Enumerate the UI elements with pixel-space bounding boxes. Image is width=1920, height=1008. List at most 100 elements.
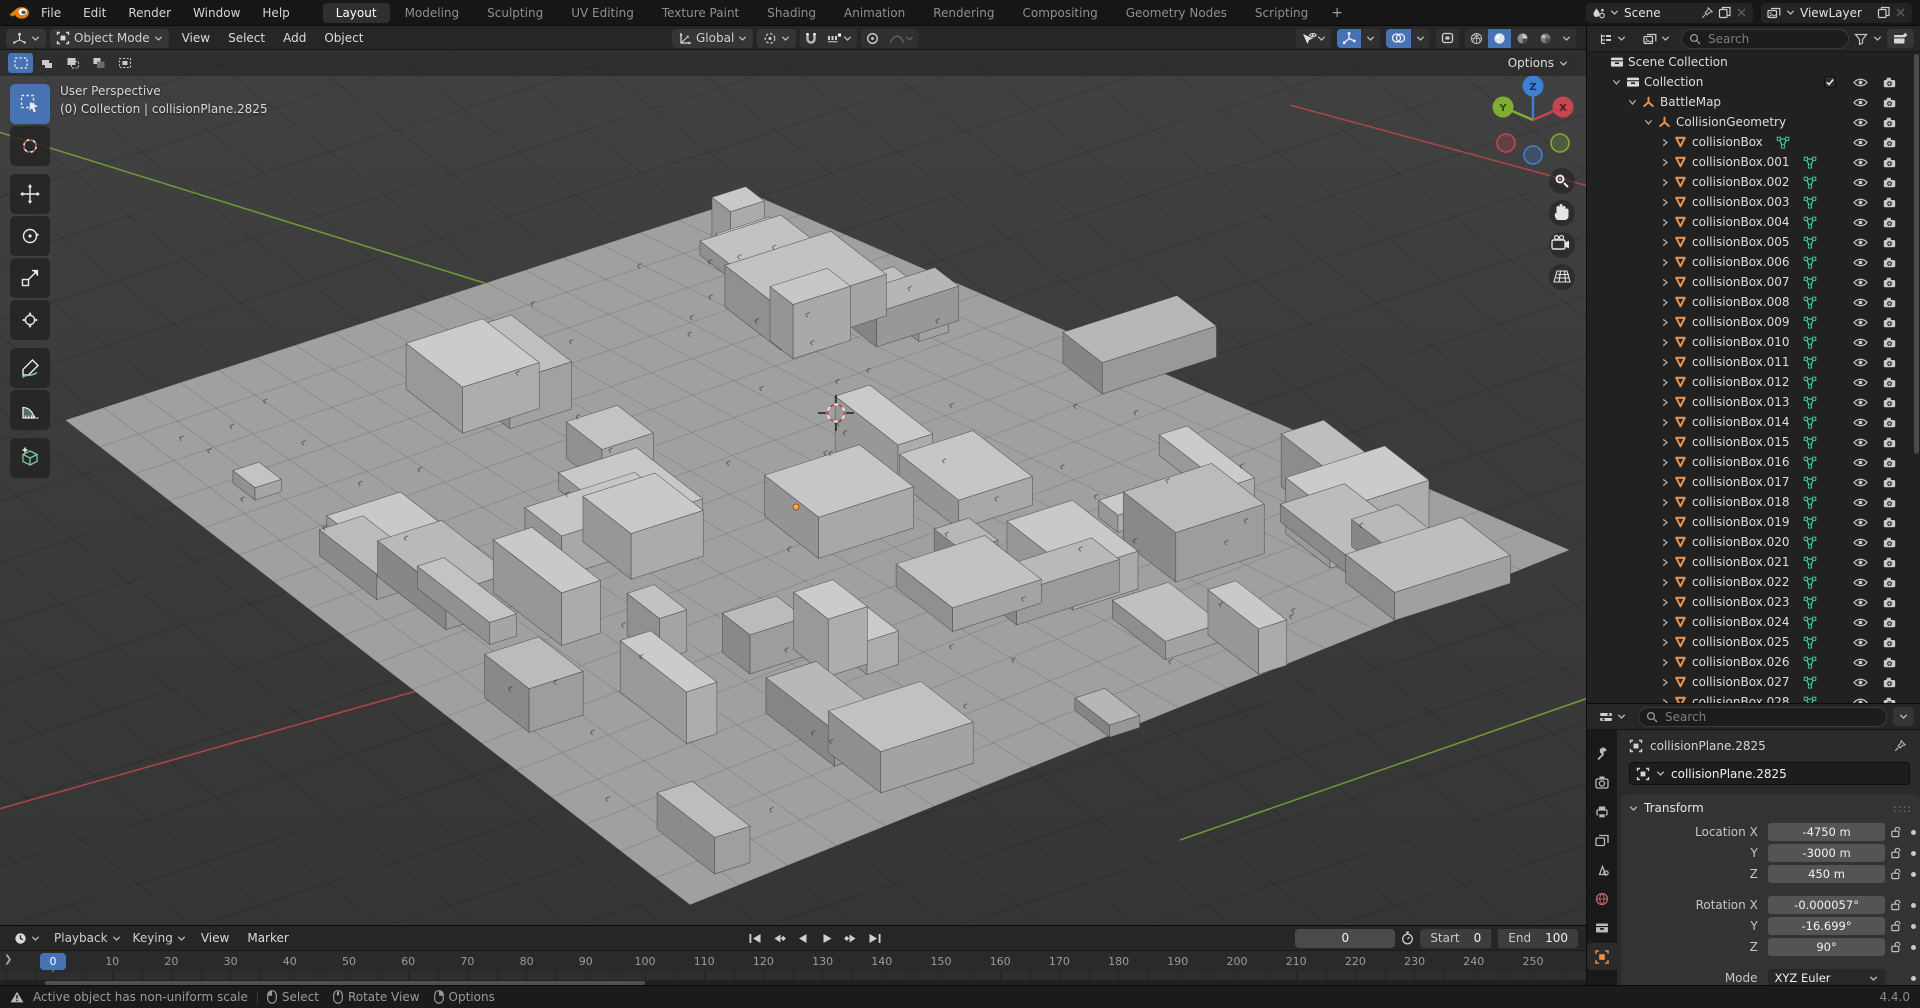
zoom-icon[interactable] — [1549, 168, 1575, 194]
properties-tab-world[interactable] — [1587, 885, 1617, 912]
workspace-tab-geometry-nodes[interactable]: Geometry Nodes — [1113, 3, 1240, 23]
outliner-row-collisionbox-020[interactable]: collisionBox.020 — [1587, 532, 1920, 552]
outliner-row-collisionbox-021[interactable]: collisionBox.021 — [1587, 552, 1920, 572]
disclosure-right-icon[interactable] — [1657, 658, 1672, 667]
outliner-item-label[interactable]: collisionBox.028 — [1692, 695, 1790, 703]
outliner-item-label[interactable]: collisionBox.027 — [1692, 675, 1790, 689]
lock-icon[interactable] — [1885, 941, 1906, 953]
workspace-tab-scripting[interactable]: Scripting — [1242, 3, 1321, 23]
disclosure-right-icon[interactable] — [1657, 518, 1672, 527]
disable-in-renders-camera-icon[interactable] — [1883, 597, 1896, 608]
viewport-menu-view[interactable]: View — [173, 31, 219, 45]
disable-in-renders-camera-icon[interactable] — [1883, 177, 1896, 188]
object-name-field[interactable]: collisionPlane.2825 — [1629, 762, 1910, 785]
outliner-row-collisionbox-010[interactable]: collisionBox.010 — [1587, 332, 1920, 352]
disclosure-right-icon[interactable] — [1657, 278, 1672, 287]
properties-tab-render[interactable] — [1587, 769, 1617, 796]
outliner-item-label[interactable]: collisionBox.011 — [1692, 355, 1790, 369]
disclosure-right-icon[interactable] — [1657, 378, 1672, 387]
outliner-item-label[interactable]: Collection — [1644, 75, 1703, 89]
shading-solid-button[interactable] — [1488, 29, 1511, 48]
disable-in-renders-camera-icon[interactable] — [1883, 517, 1896, 528]
timeline-menu-view[interactable]: View — [192, 931, 238, 945]
select-mode-invert-button[interactable] — [86, 53, 111, 73]
outliner-item-label[interactable]: collisionBox.003 — [1692, 195, 1790, 209]
workspace-tab-texture-paint[interactable]: Texture Paint — [649, 3, 752, 23]
animate-dot[interactable] — [1911, 924, 1916, 929]
outliner-row-collisiongeometry[interactable]: CollisionGeometry — [1587, 112, 1920, 132]
workspace-tab-modeling[interactable]: Modeling — [392, 3, 473, 23]
new-datablock-icon[interactable] — [1718, 6, 1731, 19]
timeline-menu-keying[interactable]: Keying — [127, 929, 192, 948]
3d-viewport[interactable]: Z Y X Options User Perspective (0) Colle… — [0, 50, 1586, 925]
gizmos-toggle[interactable] — [1337, 29, 1361, 48]
disclosure-right-icon[interactable] — [1657, 238, 1672, 247]
disable-in-renders-camera-icon[interactable] — [1883, 657, 1896, 668]
pivot-point-dropdown[interactable] — [757, 29, 796, 48]
outliner-item-label[interactable]: collisionBox — [1692, 135, 1763, 149]
disable-in-renders-camera-icon[interactable] — [1883, 477, 1896, 488]
hide-in-viewport-eye-icon[interactable] — [1853, 297, 1868, 308]
properties-tab-object[interactable] — [1587, 943, 1617, 970]
disable-in-renders-camera-icon[interactable] — [1883, 677, 1896, 688]
disclosure-down-icon[interactable] — [1641, 118, 1656, 126]
outliner-row-battlemap[interactable]: BattleMap — [1587, 92, 1920, 112]
disclosure-right-icon[interactable] — [1657, 358, 1672, 367]
panel-grip[interactable]: :::: — [1893, 802, 1912, 815]
outliner-item-label[interactable]: collisionBox.026 — [1692, 655, 1790, 669]
outliner-row-collisionbox-002[interactable]: collisionBox.002 — [1587, 172, 1920, 192]
disable-in-renders-camera-icon[interactable] — [1883, 157, 1896, 168]
disclosure-right-icon[interactable] — [1657, 398, 1672, 407]
disclosure-right-icon[interactable] — [1657, 438, 1672, 447]
outliner-item-label[interactable]: collisionBox.023 — [1692, 595, 1790, 609]
hide-in-viewport-eye-icon[interactable] — [1853, 137, 1868, 148]
outliner-row-collisionbox-019[interactable]: collisionBox.019 — [1587, 512, 1920, 532]
properties-search-input[interactable] — [1663, 709, 1879, 725]
hide-in-viewport-eye-icon[interactable] — [1853, 77, 1868, 88]
disclosure-right-icon[interactable] — [1657, 458, 1672, 467]
current-frame-indicator[interactable]: 0 — [40, 953, 66, 970]
properties-search[interactable] — [1638, 707, 1887, 727]
outliner-scrollbar[interactable] — [1914, 54, 1919, 454]
disclosure-right-icon[interactable] — [1657, 618, 1672, 627]
outliner-item-label[interactable]: collisionBox.002 — [1692, 175, 1790, 189]
outliner-row-scene-collection[interactable]: Scene Collection — [1587, 52, 1920, 72]
disclosure-right-icon[interactable] — [1657, 318, 1672, 327]
viewlayer-name[interactable]: ViewLayer — [1800, 6, 1872, 20]
outliner-item-label[interactable]: collisionBox.006 — [1692, 255, 1790, 269]
disclosure-right-icon[interactable] — [1657, 478, 1672, 487]
hide-in-viewport-eye-icon[interactable] — [1853, 237, 1868, 248]
transform-orientation-dropdown[interactable]: Global — [672, 29, 753, 48]
transform-value-field[interactable]: -3000 m — [1768, 844, 1886, 862]
disclosure-right-icon[interactable] — [1657, 638, 1672, 647]
disable-in-renders-camera-icon[interactable] — [1883, 297, 1896, 308]
animate-dot[interactable] — [1911, 903, 1916, 908]
outliner-item-label[interactable]: collisionBox.012 — [1692, 375, 1790, 389]
disable-in-renders-camera-icon[interactable] — [1883, 397, 1896, 408]
timeline-ruler[interactable]: 1020304050607080901001101201301401501601… — [0, 950, 1586, 973]
outliner-item-label[interactable]: collisionBox.021 — [1692, 555, 1790, 569]
collection-checkbox[interactable] — [1824, 76, 1836, 88]
outliner-row-collisionbox-028[interactable]: collisionBox.028 — [1587, 692, 1920, 703]
animate-dot[interactable] — [1911, 945, 1916, 950]
disclosure-right-icon[interactable] — [1657, 158, 1672, 167]
hide-in-viewport-eye-icon[interactable] — [1853, 357, 1868, 368]
next-key-button[interactable] — [840, 929, 862, 947]
outliner-item-label[interactable]: collisionBox.015 — [1692, 435, 1790, 449]
outliner-row-collisionbox-003[interactable]: collisionBox.003 — [1587, 192, 1920, 212]
disclosure-right-icon[interactable] — [1657, 418, 1672, 427]
hide-in-viewport-eye-icon[interactable] — [1853, 377, 1868, 388]
workspace-tab-rendering[interactable]: Rendering — [920, 3, 1007, 23]
breadcrumb-object-name[interactable]: collisionPlane.2825 — [1650, 739, 1766, 753]
outliner-item-label[interactable]: collisionBox.005 — [1692, 235, 1790, 249]
outliner-item-label[interactable]: collisionBox.019 — [1692, 515, 1790, 529]
play-button[interactable] — [816, 929, 838, 947]
outliner-item-label[interactable]: collisionBox.017 — [1692, 475, 1790, 489]
properties-tab-scene[interactable] — [1587, 856, 1617, 883]
outliner-row-collisionbox-017[interactable]: collisionBox.017 — [1587, 472, 1920, 492]
hide-in-viewport-eye-icon[interactable] — [1853, 117, 1868, 128]
properties-editor-type-button[interactable] — [1593, 707, 1632, 726]
transform-panel-header[interactable]: Transform :::: — [1621, 795, 1920, 821]
3d-viewport-canvas[interactable]: Z Y X — [0, 50, 1586, 925]
hide-in-viewport-eye-icon[interactable] — [1853, 217, 1868, 228]
